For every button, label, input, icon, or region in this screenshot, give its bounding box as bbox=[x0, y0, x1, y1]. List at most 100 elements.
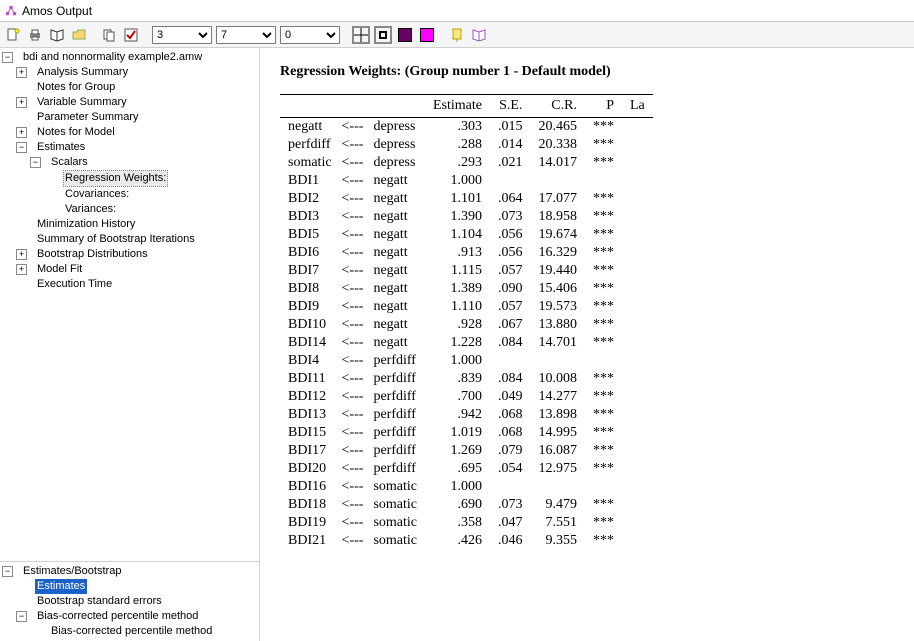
tree-node-label[interactable]: Variable Summary bbox=[35, 95, 129, 110]
tree-node[interactable]: Regression Weights: bbox=[2, 170, 259, 187]
expand-icon[interactable]: + bbox=[16, 97, 27, 108]
expand-icon[interactable]: + bbox=[16, 249, 27, 260]
new-page-icon[interactable] bbox=[4, 26, 22, 44]
tree-node[interactable]: −Scalars bbox=[2, 155, 259, 170]
table-cell: <--- bbox=[340, 334, 366, 352]
table-cell: .079 bbox=[490, 442, 531, 460]
table-cell: *** bbox=[585, 118, 622, 137]
hint-icon[interactable] bbox=[448, 26, 466, 44]
table-cell: <--- bbox=[340, 208, 366, 226]
table-cell bbox=[622, 532, 653, 550]
collapse-icon[interactable]: − bbox=[2, 52, 13, 63]
table-cell: *** bbox=[585, 334, 622, 352]
table-header: Estimate bbox=[425, 95, 490, 118]
table-row: BDI10<---negatt.928.06713.880*** bbox=[280, 316, 653, 334]
table-cell: .288 bbox=[425, 136, 490, 154]
tree-node[interactable]: −Bias-corrected percentile method bbox=[2, 609, 259, 624]
tree-node[interactable]: + Bootstrap Distributions bbox=[2, 247, 259, 262]
tree-node[interactable]: + Variable Summary bbox=[2, 95, 259, 110]
table-row: BDI12<---perfdiff.700.04914.277*** bbox=[280, 388, 653, 406]
tree-node[interactable]: Minimization History bbox=[2, 217, 259, 232]
table-cell: .054 bbox=[490, 460, 531, 478]
tree-node-label[interactable]: Scalars bbox=[49, 155, 90, 170]
tree-node-label[interactable]: Bootstrap Distributions bbox=[35, 247, 150, 262]
tree-node[interactable]: Parameter Summary bbox=[2, 110, 259, 125]
tree-node-label[interactable]: Summary of Bootstrap Iterations bbox=[35, 232, 197, 247]
tree-node-label[interactable]: bdi and nonnormality example2.amw bbox=[21, 50, 204, 65]
window-title: Amos Output bbox=[22, 4, 92, 18]
table-cell: negatt bbox=[365, 298, 425, 316]
tree-node[interactable]: Estimates bbox=[2, 579, 259, 594]
open-folder-icon[interactable] bbox=[70, 26, 88, 44]
table-cell: somatic bbox=[365, 532, 425, 550]
tree-node-label[interactable]: Notes for Model bbox=[35, 125, 117, 140]
table-cell: BDI16 bbox=[280, 478, 340, 496]
tree-node-label[interactable]: Variances: bbox=[63, 202, 118, 217]
table-cell: 19.674 bbox=[530, 226, 585, 244]
tree-node[interactable]: Variances: bbox=[2, 202, 259, 217]
combo-level-a[interactable]: 3 bbox=[152, 26, 212, 44]
tree-node[interactable]: Covariances: bbox=[2, 187, 259, 202]
expand-icon[interactable]: + bbox=[16, 67, 27, 78]
print-icon[interactable] bbox=[26, 26, 44, 44]
fill-magenta-icon[interactable] bbox=[418, 26, 436, 44]
tree-node-label[interactable]: Covariances: bbox=[63, 187, 131, 202]
table-cell: perfdiff bbox=[365, 442, 425, 460]
tree-node-label[interactable]: Analysis Summary bbox=[35, 65, 130, 80]
tree-node[interactable]: −Estimates bbox=[2, 140, 259, 155]
tree-node[interactable]: Bias-corrected percentile method bbox=[2, 624, 259, 639]
table-row: BDI2<---negatt1.101.06417.077*** bbox=[280, 190, 653, 208]
help-book-icon[interactable] bbox=[470, 26, 488, 44]
table-header: C.R. bbox=[530, 95, 585, 118]
table-cell: BDI15 bbox=[280, 424, 340, 442]
tree-node[interactable]: Bootstrap standard errors bbox=[2, 594, 259, 609]
book-icon[interactable] bbox=[48, 26, 66, 44]
tree-node[interactable]: + Analysis Summary bbox=[2, 65, 259, 80]
tree-node[interactable]: −Estimates/Bootstrap bbox=[2, 564, 259, 579]
options-icon[interactable] bbox=[122, 26, 140, 44]
tree-node-label[interactable]: Estimates/Bootstrap bbox=[21, 564, 123, 579]
expand-icon[interactable]: + bbox=[16, 264, 27, 275]
target-box-icon[interactable] bbox=[374, 26, 392, 44]
tree-node-label[interactable]: Bias-corrected percentile method bbox=[35, 609, 200, 624]
table-row: BDI5<---negatt1.104.05619.674*** bbox=[280, 226, 653, 244]
table-cell: 7.551 bbox=[530, 514, 585, 532]
tree-node-label[interactable]: Estimates bbox=[35, 140, 87, 155]
fill-dark-icon[interactable] bbox=[396, 26, 414, 44]
tree-node[interactable]: Notes for Group bbox=[2, 80, 259, 95]
table-cell: <--- bbox=[340, 496, 366, 514]
table-row: BDI20<---perfdiff.695.05412.975*** bbox=[280, 460, 653, 478]
tree-node-label[interactable]: Estimates bbox=[35, 579, 87, 594]
tree-node-label[interactable]: Model Fit bbox=[35, 262, 84, 277]
combo-level-b[interactable]: 7 bbox=[216, 26, 276, 44]
table-cell: 20.338 bbox=[530, 136, 585, 154]
table-row: BDI21<---somatic.426.0469.355*** bbox=[280, 532, 653, 550]
tree-node-label[interactable]: Regression Weights: bbox=[63, 170, 168, 187]
collapse-icon[interactable]: − bbox=[30, 157, 41, 168]
copy-icon[interactable] bbox=[100, 26, 118, 44]
tree-node-label[interactable]: Bias-corrected percentile method bbox=[49, 624, 214, 639]
table-cell: BDI3 bbox=[280, 208, 340, 226]
table-cell: BDI19 bbox=[280, 514, 340, 532]
table-cell bbox=[530, 172, 585, 190]
collapse-icon[interactable]: − bbox=[16, 142, 27, 153]
tree-node[interactable]: + Model Fit bbox=[2, 262, 259, 277]
tree-node-label[interactable]: Parameter Summary bbox=[35, 110, 140, 125]
tree-node[interactable]: Summary of Bootstrap Iterations bbox=[2, 232, 259, 247]
tree-node-label[interactable]: Bootstrap standard errors bbox=[35, 594, 164, 609]
collapse-icon[interactable]: − bbox=[16, 611, 27, 622]
tree-node[interactable]: −bdi and nonnormality example2.amw bbox=[2, 50, 259, 65]
tree-node[interactable]: + Notes for Model bbox=[2, 125, 259, 140]
table-cell: <--- bbox=[340, 424, 366, 442]
tree-node-label[interactable]: Notes for Group bbox=[35, 80, 117, 95]
tree-node[interactable]: Execution Time bbox=[2, 277, 259, 292]
target-cross-icon[interactable] bbox=[352, 26, 370, 44]
combo-level-c[interactable]: 0 bbox=[280, 26, 340, 44]
tree-node-label[interactable]: Execution Time bbox=[35, 277, 114, 292]
collapse-icon[interactable]: − bbox=[2, 566, 13, 577]
table-cell: *** bbox=[585, 424, 622, 442]
table-cell: negatt bbox=[280, 118, 340, 137]
table-cell: *** bbox=[585, 460, 622, 478]
expand-icon[interactable]: + bbox=[16, 127, 27, 138]
tree-node-label[interactable]: Minimization History bbox=[35, 217, 137, 232]
